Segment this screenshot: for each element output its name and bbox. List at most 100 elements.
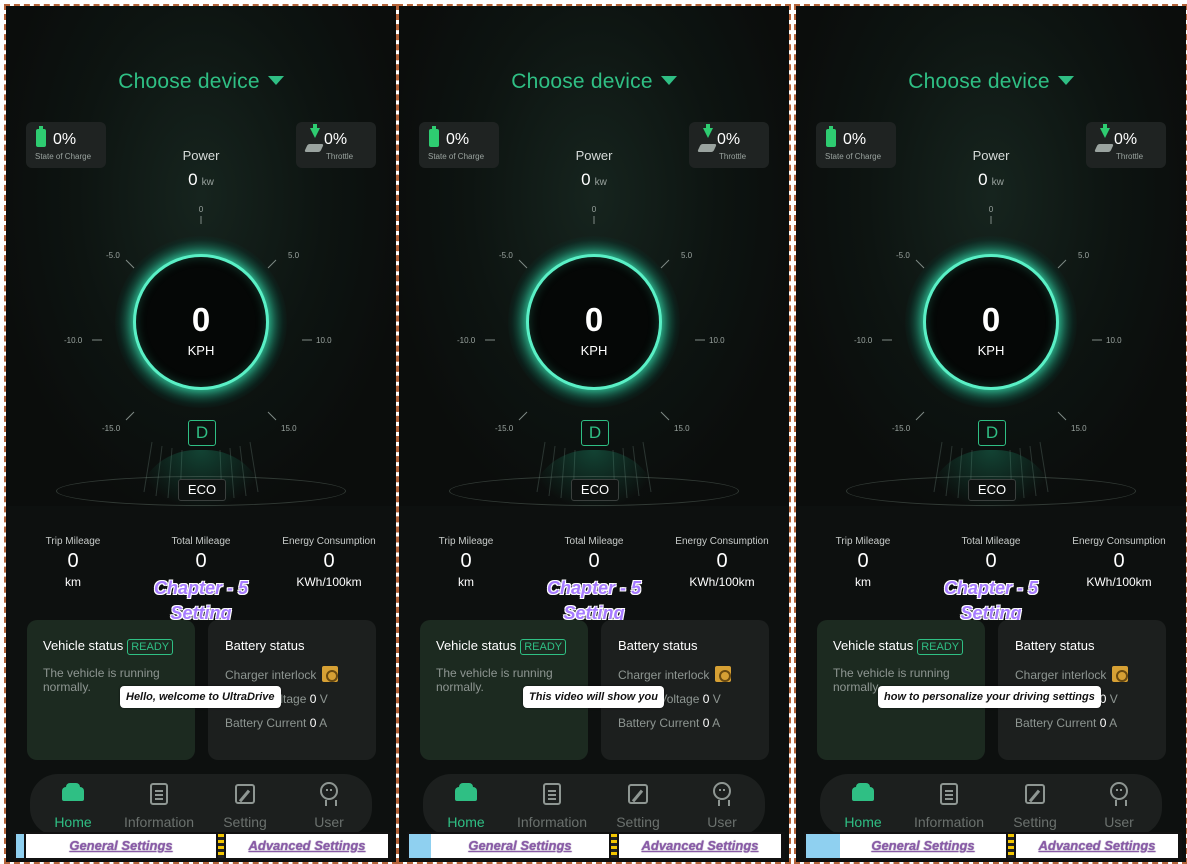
tick-label-m15: -15.0 [102, 424, 121, 433]
caret-down-icon [1057, 76, 1074, 85]
charger-interlock-row: Charger interlock [225, 666, 339, 682]
battery-current-label: Battery Current [225, 716, 307, 730]
tab-general-settings[interactable]: General Settings [26, 834, 216, 858]
app-frame-2: Choose device 0% State of Charge 0% Thro… [397, 4, 791, 864]
drive-mode-badge[interactable]: ECO [178, 479, 226, 501]
total-mileage-value: 0 [195, 550, 207, 572]
tick-label-15: 15.0 [674, 424, 690, 433]
user-icon [1107, 782, 1131, 806]
choose-device-dropdown[interactable]: Choose device [6, 70, 396, 94]
nav-information[interactable]: Information [116, 782, 202, 830]
nav-user[interactable]: User [1076, 782, 1162, 830]
power-number: 0 [188, 170, 198, 189]
edit-icon [233, 782, 257, 806]
nav-user[interactable]: User [679, 782, 765, 830]
tick-p15 [267, 411, 277, 421]
tab-general-settings[interactable]: General Settings [431, 834, 609, 858]
energy-consumption-label: Energy Consumption [1072, 536, 1166, 547]
tab-separator [611, 834, 617, 858]
tab-general-settings[interactable]: General Settings [840, 834, 1006, 858]
car-icon [61, 782, 85, 806]
total-mileage: Total Mileage 0 [529, 536, 659, 573]
trip-mileage-value: 0 [67, 550, 79, 572]
choose-device-dropdown[interactable]: Choose device [399, 70, 789, 94]
ready-badge: READY [127, 639, 174, 655]
nav-user[interactable]: User [286, 782, 372, 830]
nav-setting[interactable]: Setting [992, 782, 1078, 830]
power-unit: kw [201, 177, 214, 188]
charger-interlock-label: Charger interlock [225, 668, 317, 682]
battery-voltage-value: 0 [309, 692, 317, 706]
edit-icon [626, 782, 650, 806]
total-mileage-label: Total Mileage [961, 536, 1021, 547]
tick-label-0: 0 [199, 205, 204, 214]
nav-home[interactable]: Home [30, 782, 116, 830]
tick-m15 [125, 411, 135, 421]
trip-mileage-label: Trip Mileage [438, 536, 494, 547]
document-icon [937, 782, 961, 806]
battery-voltage-value: 0 [702, 692, 710, 706]
choose-device-dropdown[interactable]: Choose device [796, 70, 1186, 94]
choose-device-label: Choose device [118, 70, 260, 93]
gear-indicator: D [581, 420, 609, 446]
tab-advanced-settings[interactable]: Advanced Settings [619, 834, 781, 858]
video-progress-bar [409, 834, 431, 858]
subtitle-caption: Hello, welcome to UltraDrive [120, 686, 281, 708]
chapter-tabs: General Settings Advanced Settings [407, 832, 785, 860]
tick-label-m10: -10.0 [64, 336, 83, 345]
vehicle-status-label: Vehicle status [43, 638, 124, 653]
power-label: Power [575, 148, 613, 163]
tick-label-0: 0 [989, 205, 994, 214]
charger-plug-icon [1112, 666, 1129, 682]
nav-setting-label: Setting [1013, 814, 1057, 830]
nav-home[interactable]: Home [423, 782, 509, 830]
total-mileage-value: 0 [588, 550, 600, 572]
nav-setting[interactable]: Setting [202, 782, 288, 830]
total-mileage: Total Mileage 0 [926, 536, 1056, 573]
gear-indicator: D [188, 420, 216, 446]
energy-consumption-label: Energy Consumption [282, 536, 376, 547]
tick-label-5: 5.0 [288, 251, 300, 260]
state-of-charge-value: 0% [446, 131, 470, 148]
chapter-overlay: Chapter - 5 Setting [6, 576, 396, 626]
power-value: 0 kw [796, 170, 1186, 190]
battery-current-label: Battery Current [1015, 716, 1097, 730]
nav-information[interactable]: Information [906, 782, 992, 830]
ready-badge: READY [917, 639, 964, 655]
chapter-tabs: General Settings Advanced Settings [804, 832, 1182, 860]
tab-advanced-settings[interactable]: Advanced Settings [1016, 834, 1178, 858]
car-icon [851, 782, 875, 806]
power-value: 0 kw [6, 170, 396, 190]
screen: Choose device 0% State of Charge 0% Thro… [796, 6, 1186, 862]
trip-mileage-value: 0 [857, 550, 869, 572]
nav-setting-label: Setting [223, 814, 267, 830]
battery-status-title: Battery status [618, 638, 698, 653]
speed-unit: KPH [580, 343, 608, 358]
nav-user-label: User [707, 814, 737, 830]
battery-icon [36, 126, 46, 147]
drive-mode-badge[interactable]: ECO [571, 479, 619, 501]
nav-home[interactable]: Home [820, 782, 906, 830]
power-value: 0 kw [399, 170, 789, 190]
energy-consumption-value: 0 [323, 550, 335, 572]
drive-mode-badge[interactable]: ECO [968, 479, 1016, 501]
vehicle-status-title: Vehicle status READY [833, 638, 964, 655]
tick-label-m15: -15.0 [892, 424, 911, 433]
speedometer: 0 KPH [508, 236, 680, 408]
battery-status-title: Battery status [1015, 638, 1095, 653]
speed-value: 0 [981, 301, 1001, 338]
charger-plug-icon [322, 666, 339, 682]
tab-separator [1008, 834, 1014, 858]
bottom-nav: Home Information Setting User [423, 774, 765, 836]
nav-setting[interactable]: Setting [595, 782, 681, 830]
tick-label-15: 15.0 [281, 424, 297, 433]
car-icon [454, 782, 478, 806]
battery-icon [429, 126, 439, 147]
tab-advanced-settings[interactable]: Advanced Settings [226, 834, 388, 858]
bottom-nav: Home Information Setting User [30, 774, 372, 836]
speed-dial: 0 KPH [133, 254, 269, 390]
user-icon [710, 782, 734, 806]
nav-information[interactable]: Information [509, 782, 595, 830]
battery-voltage-unit: V [712, 692, 721, 706]
total-mileage-label: Total Mileage [171, 536, 231, 547]
